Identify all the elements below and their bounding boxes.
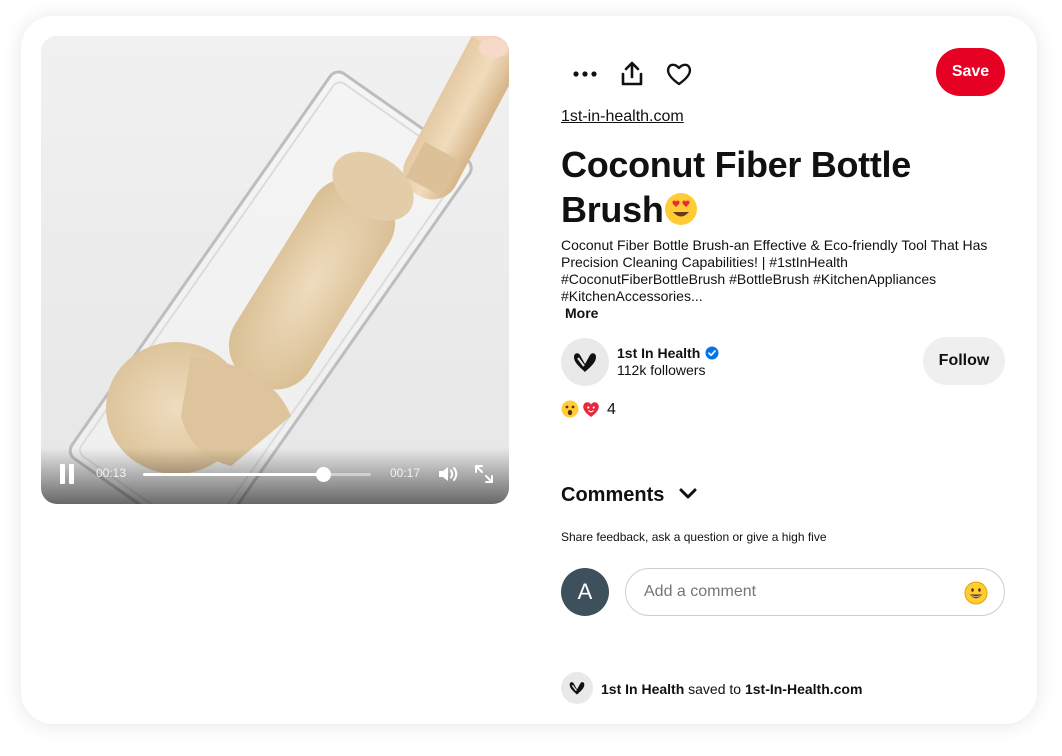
smiley-icon[interactable] [964, 581, 988, 605]
expand-icon [475, 465, 493, 483]
pin-video[interactable]: 00:13 00:17 [41, 36, 509, 504]
pin-description: Coconut Fiber Bottle Brush-an Effective … [561, 237, 988, 304]
save-button[interactable]: Save [936, 48, 1005, 96]
saved-by-text: 1st In Health saved to 1st-In-Health.com [601, 681, 862, 697]
ellipsis-icon [573, 71, 597, 77]
pause-icon [60, 464, 65, 484]
heart-eyes-emoji-icon [664, 191, 698, 225]
comments-heading[interactable]: Comments [561, 484, 664, 507]
pin-card: 00:13 00:17 Save 1st-in-health.com Cocon… [21, 16, 1037, 724]
comment-hint: Share feedback, ask a question or give a… [561, 530, 827, 544]
saved-by-verb: saved to [684, 681, 745, 697]
video-controls: 00:13 00:17 [41, 448, 509, 504]
user-avatar[interactable]: A [561, 568, 609, 616]
volume-button[interactable] [436, 462, 460, 486]
saved-by-avatar[interactable] [561, 672, 593, 704]
author-name[interactable]: 1st In Health [617, 345, 700, 361]
verified-badge-icon [705, 346, 719, 360]
video-progress-bar[interactable] [143, 467, 371, 482]
reaction-count: 4 [607, 401, 616, 418]
pin-title: Coconut Fiber Bottle Brush [561, 142, 981, 232]
volume-icon [439, 467, 458, 481]
source-link[interactable]: 1st-in-health.com [561, 108, 684, 126]
pause-button[interactable] [59, 464, 75, 484]
brand-logo-icon [574, 353, 596, 372]
wow-face-icon[interactable] [561, 400, 579, 418]
saved-to-board[interactable]: 1st-In-Health.com [745, 681, 862, 697]
product-photo [41, 36, 509, 504]
brand-logo-icon [569, 682, 585, 695]
react-button[interactable] [665, 60, 693, 88]
share-upload-icon [621, 61, 643, 86]
fullscreen-button[interactable] [472, 462, 496, 486]
more-options-button[interactable] [571, 60, 599, 88]
heart-face-icon[interactable] [582, 400, 600, 418]
comment-box[interactable] [625, 568, 1005, 616]
saved-by-user[interactable]: 1st In Health [601, 681, 684, 697]
comment-input[interactable] [644, 569, 944, 615]
share-button[interactable] [618, 60, 646, 88]
follow-button[interactable]: Follow [923, 337, 1005, 385]
duration: 00:17 [390, 466, 421, 480]
more-link[interactable]: More [565, 305, 598, 321]
current-time: 00:13 [96, 466, 127, 480]
author-avatar[interactable] [561, 338, 609, 386]
pin-title-text: Coconut Fiber Bottle Brush [561, 144, 911, 230]
progress-handle[interactable] [316, 467, 332, 482]
follower-count: 112k followers [617, 362, 706, 378]
progress-fill [143, 473, 324, 476]
chevron-down-icon[interactable] [676, 482, 700, 506]
heart-outline-icon [666, 63, 692, 86]
